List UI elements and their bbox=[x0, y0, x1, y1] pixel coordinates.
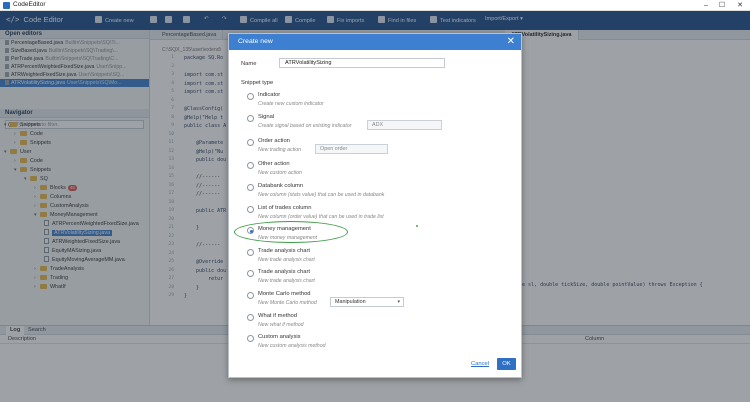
minimize-button[interactable]: – bbox=[700, 1, 712, 10]
radio-button[interactable] bbox=[247, 270, 254, 277]
snippet-type-label: Snippet type bbox=[241, 80, 274, 86]
radio-button[interactable] bbox=[247, 335, 254, 342]
highlight-ring bbox=[234, 221, 348, 243]
window-titlebar: CodeEditor – ☐ ✕ bbox=[0, 0, 750, 11]
radio-button[interactable] bbox=[247, 184, 254, 191]
create-new-dialog: Create new ✕ Name ATRVolatilitySizing Sn… bbox=[228, 33, 522, 378]
ok-button[interactable]: OK bbox=[497, 358, 516, 370]
dialog-header: Create new ✕ bbox=[229, 34, 521, 50]
radio-button[interactable] bbox=[247, 314, 254, 321]
maximize-button[interactable]: ☐ bbox=[716, 1, 728, 10]
monte-carlo-select[interactable]: Manipulation ▾ bbox=[330, 297, 404, 307]
radio-button[interactable] bbox=[247, 115, 254, 122]
chevron-down-icon: ▾ bbox=[397, 299, 400, 305]
window-title: CodeEditor bbox=[13, 1, 46, 8]
radio-button[interactable] bbox=[247, 292, 254, 299]
radio-button[interactable] bbox=[247, 93, 254, 100]
radio-button[interactable] bbox=[247, 139, 254, 146]
cancel-button[interactable]: Cancel bbox=[471, 361, 489, 367]
close-icon[interactable]: ✕ bbox=[507, 36, 515, 48]
name-label: Name bbox=[241, 61, 257, 67]
radio-button[interactable] bbox=[247, 206, 254, 213]
name-input[interactable]: ATRVolatilitySizing bbox=[279, 58, 445, 68]
radio-button[interactable] bbox=[247, 162, 254, 169]
radio-button[interactable] bbox=[247, 249, 254, 256]
cursor-dot bbox=[416, 225, 418, 227]
app-icon bbox=[3, 2, 10, 9]
dialog-title: Create new bbox=[238, 38, 273, 45]
close-window-button[interactable]: ✕ bbox=[734, 1, 746, 10]
action-field[interactable]: Open order bbox=[315, 144, 388, 154]
indicator-field[interactable]: ADX bbox=[367, 120, 442, 130]
